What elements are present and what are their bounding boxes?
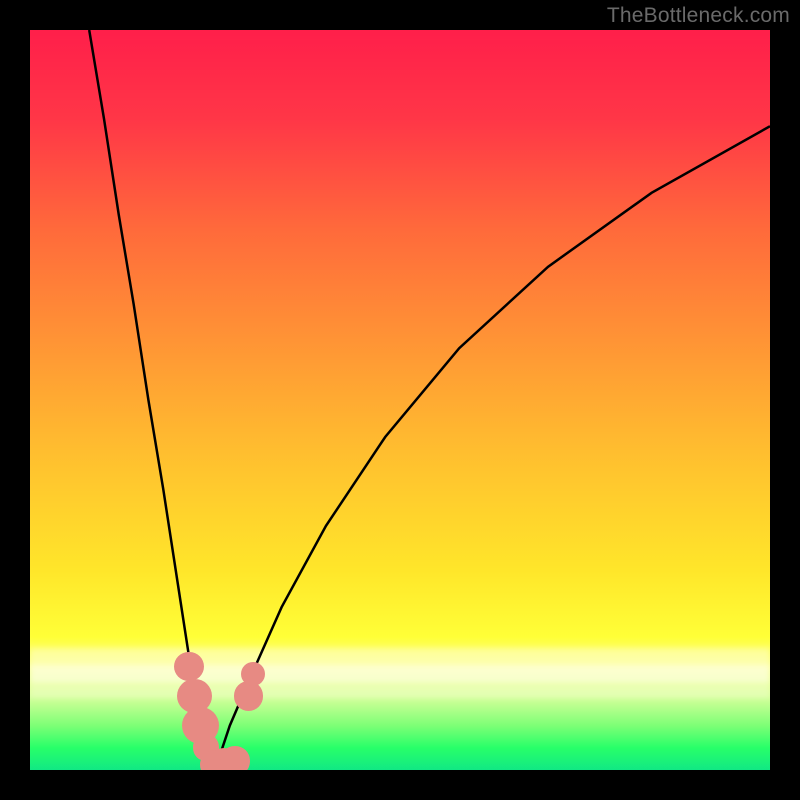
outer-frame: TheBottleneck.com [0,0,800,800]
highlight-knot [220,746,249,770]
curve-right-branch [215,126,770,770]
bottleneck-curve [30,30,770,770]
highlight-knot [241,662,265,686]
highlight-knot [174,652,203,681]
highlight-knot [234,681,263,710]
watermark-text: TheBottleneck.com [607,4,790,28]
plot-area [30,30,770,770]
